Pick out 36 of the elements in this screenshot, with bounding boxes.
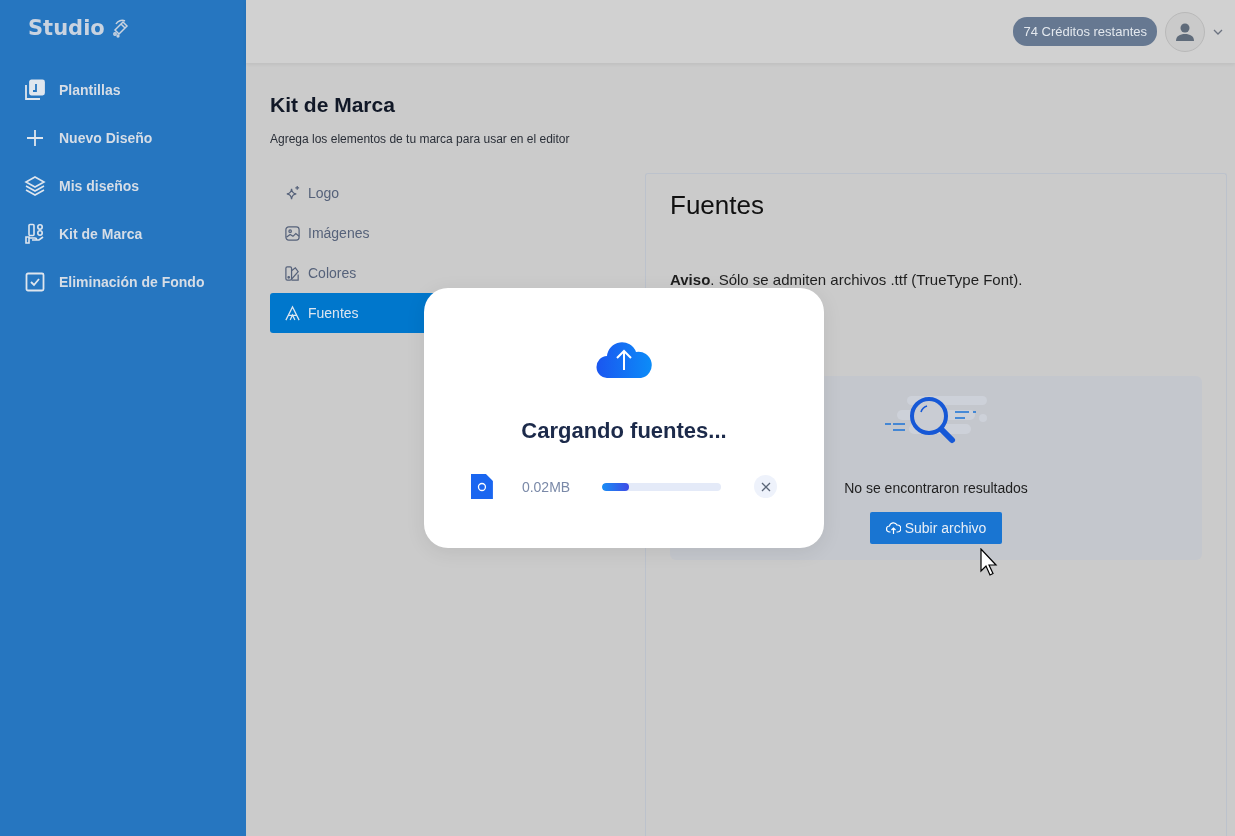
brand-tab[interactable]: Imágenes <box>270 213 645 253</box>
font-icon <box>284 304 301 322</box>
palette-icon <box>284 264 301 282</box>
file-size: 0.02MB <box>521 478 572 495</box>
page-title: Kit de Marca <box>270 93 396 117</box>
notice-text: Aviso. Sólo se admiten archivos .ttf (TrueType Font). <box>670 271 1024 288</box>
dialog-title: Cargando fuentes... <box>521 418 727 444</box>
panel-title: Fuentes <box>670 190 765 221</box>
image-icon <box>284 224 301 242</box>
cloud-upload-icon <box>595 342 653 378</box>
sidebar-item[interactable]: Plantillas <box>24 78 246 102</box>
credits-badge: 74 Créditos restantes <box>1013 17 1157 46</box>
chevron-down-icon[interactable] <box>1213 28 1223 35</box>
layers-icon <box>24 175 46 197</box>
empty-message: No se encontraron resultados <box>844 480 1028 496</box>
brand-tab[interactable]: Logo <box>270 173 645 213</box>
page-subtitle: Agrega los elementos de tu marca para usar en el editor <box>270 132 571 146</box>
pencil-icon <box>110 18 131 38</box>
brand-tab[interactable]: Colores <box>270 253 645 293</box>
checkbox-icon <box>24 271 46 293</box>
logo-text: Studio <box>28 16 105 40</box>
file-icon <box>471 474 493 499</box>
close-icon <box>760 481 771 492</box>
plus-icon <box>24 127 46 149</box>
sparkle-icon <box>284 184 301 202</box>
brand-kit-icon <box>24 223 46 245</box>
upload-button[interactable]: Subir archivo <box>869 512 1003 544</box>
cursor-icon <box>980 548 1000 578</box>
sidebar-item[interactable]: Mis diseños <box>24 174 246 198</box>
close-button[interactable] <box>754 475 777 498</box>
sidebar-item[interactable]: Nuevo Diseño <box>24 126 246 150</box>
cloud-upload-icon <box>885 521 901 535</box>
avatar-button[interactable] <box>1165 11 1205 52</box>
sidebar-item[interactable]: Eliminación de Fondo <box>24 270 246 294</box>
sidebar-item[interactable]: Kit de Marca <box>24 222 246 246</box>
templates-icon <box>24 79 46 101</box>
